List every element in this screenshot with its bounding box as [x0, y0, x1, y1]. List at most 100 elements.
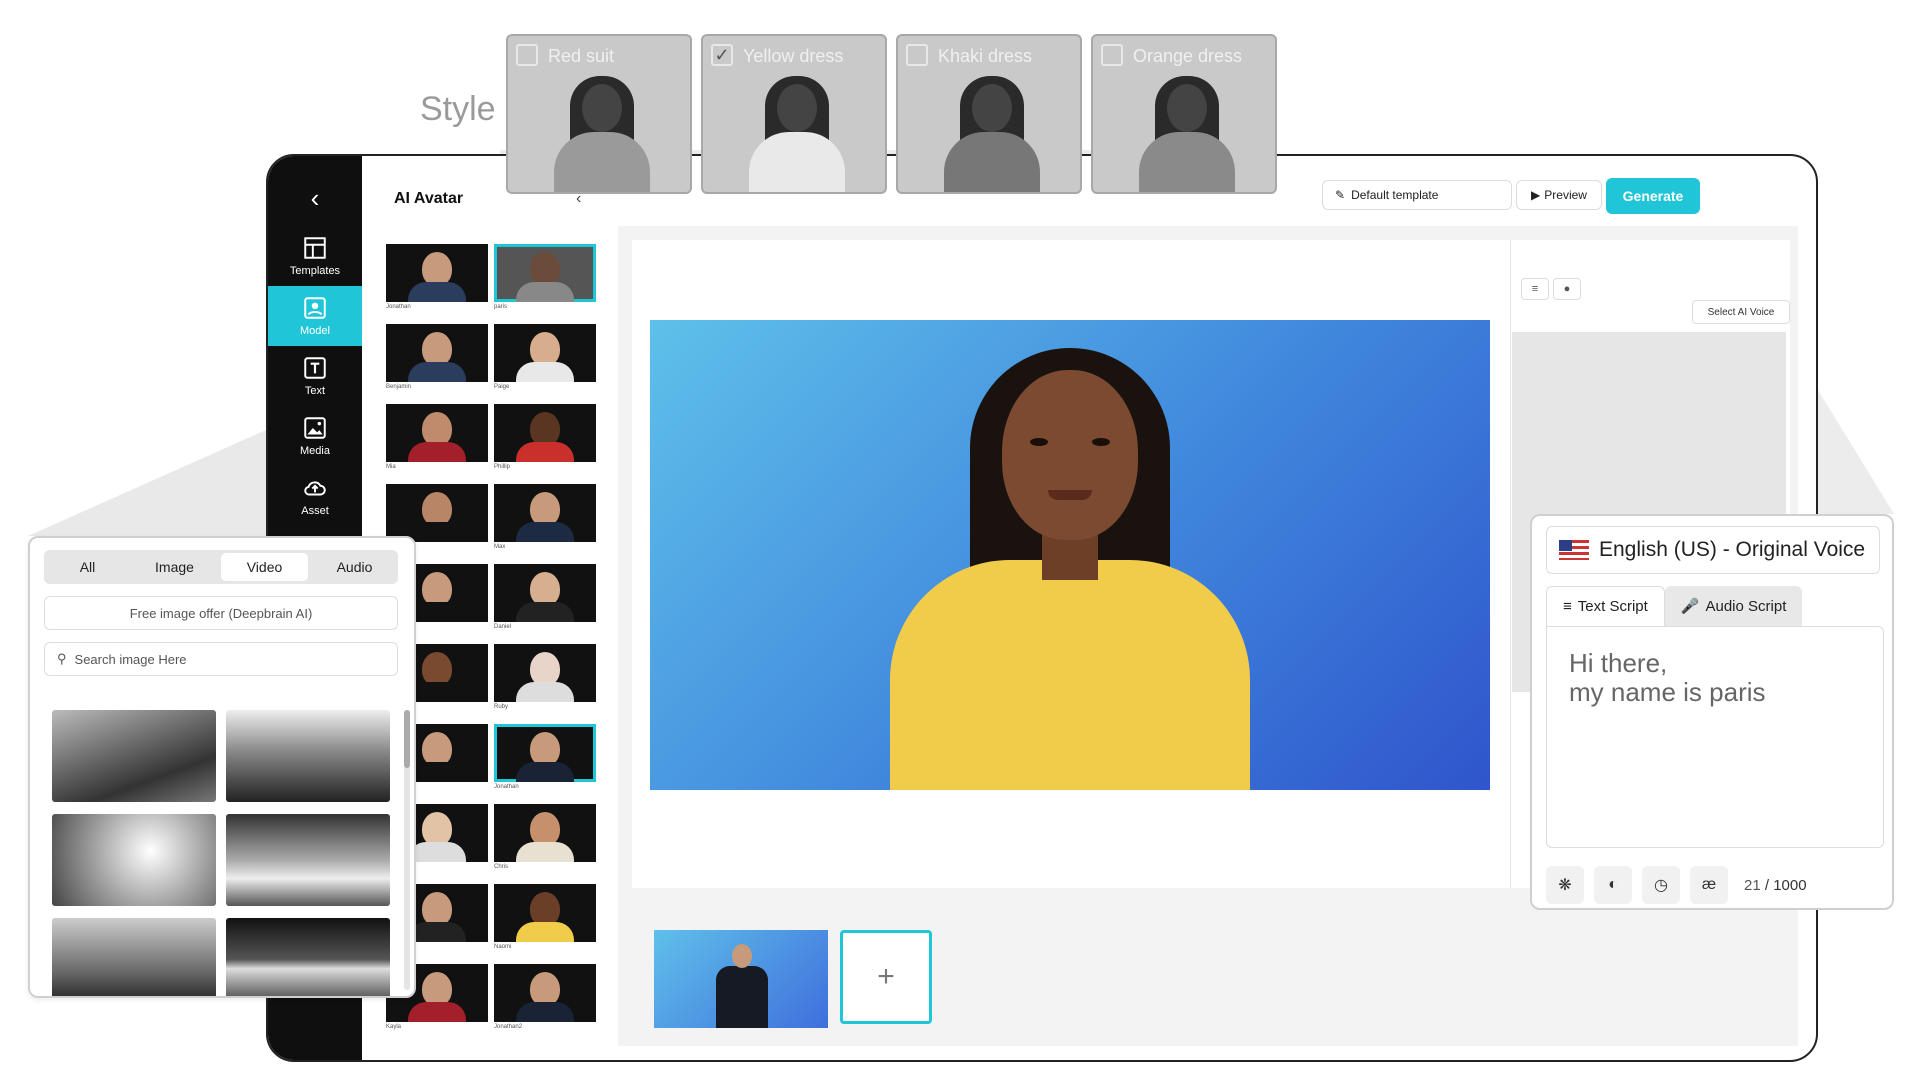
- style-option-label: Yellow dress: [743, 46, 844, 66]
- body-shape: [554, 132, 650, 192]
- avatar-card[interactable]: [494, 244, 596, 302]
- sidebar-item-templates[interactable]: Templates: [268, 226, 362, 286]
- tab-text-script[interactable]: ≡ Text Script: [1546, 586, 1665, 626]
- avatar-name: Mia: [386, 464, 396, 470]
- style-option-red-suit[interactable]: Red suit: [506, 34, 692, 194]
- avatar-card[interactable]: [386, 484, 488, 542]
- avatar-card[interactable]: [494, 564, 596, 622]
- media-thumbnail[interactable]: [52, 710, 216, 802]
- mic-icon: 🎤: [1680, 598, 1700, 615]
- avatar-eye: [1030, 438, 1048, 446]
- body-shape: [749, 132, 845, 192]
- style-option-khaki-dress[interactable]: Khaki dress: [896, 34, 1082, 194]
- list-icon: ≡: [1531, 283, 1539, 295]
- free-image-offer-button[interactable]: Free image offer (Deepbrain AI): [44, 596, 398, 630]
- sidebar-item-label: Model: [300, 325, 330, 337]
- sidebar-item-model[interactable]: Model: [268, 286, 362, 346]
- text-script-mini-tab[interactable]: ≡: [1521, 278, 1549, 300]
- media-thumbnail[interactable]: [52, 918, 216, 996]
- avatar-card[interactable]: [494, 724, 596, 782]
- openai-icon[interactable]: ❋: [1546, 866, 1584, 904]
- generate-button[interactable]: Generate: [1606, 178, 1700, 214]
- avatar-name: Naomi: [494, 944, 512, 950]
- avatar-card[interactable]: [494, 644, 596, 702]
- tab-audio[interactable]: Audio: [311, 550, 398, 584]
- avatar-name: Chris: [494, 864, 509, 870]
- language-label: English (US) - Original Voice: [1599, 538, 1866, 561]
- script-textarea[interactable]: Hi there, my name is paris: [1546, 626, 1884, 848]
- avatar-dress: [890, 560, 1250, 790]
- media-thumbnail[interactable]: [226, 918, 390, 996]
- body-shape: [944, 132, 1040, 192]
- avatar-name: Jonathan: [494, 784, 519, 790]
- style-option-yellow-dress[interactable]: ✓ Yellow dress: [701, 34, 887, 194]
- sidebar-item-asset[interactable]: Asset: [268, 466, 362, 526]
- tab-audio-script[interactable]: 🎤 Audio Script: [1664, 586, 1803, 626]
- tab-label: Text Script: [1577, 598, 1648, 615]
- chevron-left-icon: ‹: [310, 182, 320, 213]
- style-option-label: Khaki dress: [938, 46, 1033, 66]
- model-icon: [304, 297, 326, 319]
- avatar-name: Max: [494, 544, 506, 550]
- stage: ‹ Templates Model Text Media Asset AI Av…: [0, 0, 1920, 1080]
- templates-icon: [304, 237, 326, 259]
- sidebar-item-text[interactable]: Text: [268, 346, 362, 406]
- preview-button[interactable]: ▶ Preview: [1516, 180, 1602, 210]
- tab-video[interactable]: Video: [221, 553, 308, 581]
- checkbox[interactable]: [1101, 44, 1123, 66]
- list-icon: ≡: [1563, 598, 1572, 615]
- avatar-card[interactable]: [494, 324, 596, 382]
- avatar-card[interactable]: [386, 244, 488, 302]
- count-current: 21: [1744, 876, 1761, 894]
- scene-avatar-body: [716, 966, 768, 1028]
- search-placeholder: Search image Here: [74, 651, 187, 667]
- style-label: Style: [420, 90, 496, 128]
- avatar-name: Kayla: [386, 1024, 402, 1030]
- select-ai-voice-button[interactable]: Select AI Voice: [1692, 300, 1790, 324]
- avatar-card[interactable]: [386, 324, 488, 382]
- preview-label: Preview: [1544, 188, 1587, 202]
- audio-script-mini-tab[interactable]: ●: [1553, 278, 1581, 300]
- avatar-name: Jonathan: [386, 304, 411, 310]
- avatar-card[interactable]: [494, 884, 596, 942]
- count-max: / 1000: [1764, 876, 1807, 894]
- avatar-name: Ruby: [494, 704, 509, 710]
- voice-panel: English (US) - Original Voice ≡ Text Scr…: [1530, 514, 1894, 910]
- search-icon: ⚲: [57, 651, 67, 666]
- mic-icon: ●: [1563, 283, 1571, 295]
- avatar-name: Benjamin: [386, 384, 412, 390]
- checkbox-checked[interactable]: ✓: [711, 44, 733, 66]
- avatar-card[interactable]: [494, 404, 596, 462]
- back-button[interactable]: ‹: [268, 178, 362, 218]
- ae-icon[interactable]: æ: [1690, 866, 1728, 904]
- avatar-mouth: [1048, 490, 1092, 500]
- sidebar-item-label: Templates: [289, 265, 341, 277]
- head-shape: [1167, 84, 1207, 132]
- character-count: 21 / 1000: [1744, 877, 1807, 894]
- scene-thumbnail[interactable]: [654, 930, 828, 1028]
- tab-all[interactable]: All: [44, 550, 131, 584]
- media-thumbnail[interactable]: [52, 814, 216, 906]
- avatar-card[interactable]: [494, 484, 596, 542]
- media-thumbnail[interactable]: [226, 814, 390, 906]
- speed-icon[interactable]: ◐: [1594, 866, 1632, 904]
- avatar-card[interactable]: [494, 804, 596, 862]
- template-label: Default template: [1351, 188, 1439, 202]
- style-option-orange-dress[interactable]: Orange dress: [1091, 34, 1277, 194]
- clock-icon[interactable]: ◷: [1642, 866, 1680, 904]
- add-scene-button[interactable]: +: [840, 930, 932, 1024]
- avatar-card[interactable]: [386, 404, 488, 462]
- checkbox[interactable]: [906, 44, 928, 66]
- video-preview[interactable]: [650, 320, 1490, 790]
- tab-image[interactable]: Image: [131, 550, 218, 584]
- scrollbar-thumb[interactable]: [404, 710, 410, 768]
- template-selector[interactable]: ✎ Default template: [1322, 180, 1512, 210]
- sidebar-item-media[interactable]: Media: [268, 406, 362, 466]
- language-selector[interactable]: English (US) - Original Voice: [1546, 526, 1880, 574]
- avatar-card[interactable]: [494, 964, 596, 1022]
- play-icon: ▶: [1531, 188, 1541, 202]
- media-thumbnail[interactable]: [226, 710, 390, 802]
- search-input[interactable]: ⚲ Search image Here: [44, 642, 398, 676]
- checkbox[interactable]: [516, 44, 538, 66]
- sidebar-item-label: Asset: [301, 505, 329, 517]
